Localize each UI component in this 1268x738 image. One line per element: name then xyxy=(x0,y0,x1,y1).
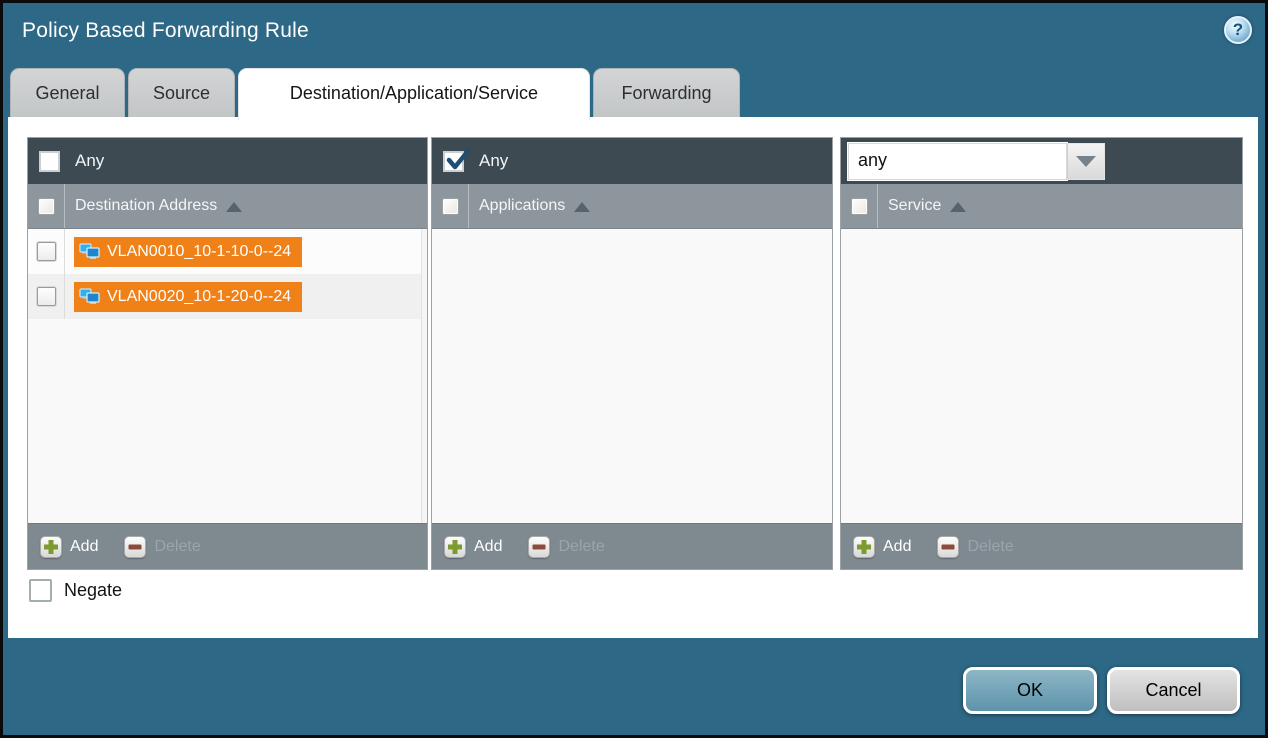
service-toolbar: Add Delete xyxy=(841,523,1242,569)
scrollbar-gutter[interactable] xyxy=(421,229,427,523)
tab-destination-application-service[interactable]: Destination/Application/Service xyxy=(238,68,590,120)
policy-based-forwarding-rule-dialog: Policy Based Forwarding Rule ? General S… xyxy=(0,0,1268,738)
service-list xyxy=(841,229,1242,523)
service-panel: any Service Add xyxy=(840,137,1243,570)
service-type-bar: any xyxy=(841,138,1242,184)
service-select-all-cell xyxy=(841,184,878,228)
add-icon xyxy=(40,536,62,558)
service-column-header[interactable]: Service xyxy=(841,184,1242,229)
service-column-header-label: Service xyxy=(888,197,941,215)
add-icon xyxy=(444,536,466,558)
destination-list: VLAN0010_10-1-10-0--24 xyxy=(28,229,427,523)
tab-forwarding[interactable]: Forwarding xyxy=(593,68,740,117)
tab-source[interactable]: Source xyxy=(128,68,235,117)
applications-column-header[interactable]: Applications xyxy=(432,184,832,229)
destination-row-1[interactable]: VLAN0010_10-1-10-0--24 xyxy=(28,229,427,274)
destination-any-checkbox[interactable] xyxy=(39,151,60,172)
destination-toolbar: Add Delete xyxy=(28,523,427,569)
negate-label: Negate xyxy=(64,580,122,601)
help-icon[interactable]: ? xyxy=(1224,16,1252,44)
destination-column-header[interactable]: Destination Address xyxy=(28,184,427,229)
applications-toolbar: Add Delete xyxy=(432,523,832,569)
tab-general[interactable]: General xyxy=(10,68,125,117)
destination-row-2-checkbox[interactable] xyxy=(37,287,56,306)
destination-address-chip[interactable]: VLAN0010_10-1-10-0--24 xyxy=(74,237,302,267)
ok-button[interactable]: OK xyxy=(963,667,1097,714)
applications-select-all-cell xyxy=(432,184,469,228)
negate-checkbox[interactable] xyxy=(29,579,52,602)
destination-any-bar: Any xyxy=(28,138,427,184)
network-icon xyxy=(79,243,100,260)
network-icon xyxy=(79,288,100,305)
applications-add-button[interactable]: Add xyxy=(444,536,502,558)
sort-asc-icon xyxy=(226,202,242,212)
tab-content-area: Any Destination Address xyxy=(8,117,1258,638)
sort-asc-icon xyxy=(950,202,966,212)
applications-any-label: Any xyxy=(479,151,508,171)
delete-icon xyxy=(937,536,959,558)
destination-row-2[interactable]: VLAN0020_10-1-20-0--24 xyxy=(28,274,427,319)
delete-icon xyxy=(124,536,146,558)
applications-list xyxy=(432,229,832,523)
sort-asc-icon xyxy=(574,202,590,212)
destination-add-button[interactable]: Add xyxy=(40,536,98,558)
negate-option: Negate xyxy=(29,579,122,602)
destination-any-label: Any xyxy=(75,151,104,171)
applications-select-all-checkbox[interactable] xyxy=(442,198,459,215)
destination-address-chip[interactable]: VLAN0020_10-1-20-0--24 xyxy=(74,282,302,312)
tab-bar: General Source Destination/Application/S… xyxy=(10,68,743,120)
applications-panel: Any Applications Add Delete xyxy=(431,137,833,570)
destination-delete-button[interactable]: Delete xyxy=(124,536,200,558)
applications-any-checkbox[interactable] xyxy=(443,151,464,172)
service-type-dropdown[interactable]: any xyxy=(848,143,1105,180)
applications-column-header-label: Applications xyxy=(479,197,565,215)
destination-row-1-label: VLAN0010_10-1-10-0--24 xyxy=(107,243,291,261)
destination-row-2-label: VLAN0020_10-1-20-0--24 xyxy=(107,288,291,306)
dialog-title: Policy Based Forwarding Rule xyxy=(22,19,309,43)
destination-column-header-label: Destination Address xyxy=(75,197,217,215)
destination-select-all-cell xyxy=(28,184,65,228)
applications-delete-button[interactable]: Delete xyxy=(528,536,604,558)
destination-row-1-checkbox[interactable] xyxy=(37,242,56,261)
chevron-down-icon xyxy=(1076,156,1096,167)
service-type-value[interactable]: any xyxy=(848,143,1067,180)
cancel-button[interactable]: Cancel xyxy=(1107,667,1240,714)
dropdown-arrow-button[interactable] xyxy=(1067,143,1105,180)
service-select-all-checkbox[interactable] xyxy=(851,198,868,215)
destination-select-all-checkbox[interactable] xyxy=(38,198,55,215)
destination-address-panel: Any Destination Address xyxy=(27,137,428,570)
delete-icon xyxy=(528,536,550,558)
service-delete-button[interactable]: Delete xyxy=(937,536,1013,558)
applications-any-bar: Any xyxy=(432,138,832,184)
add-icon xyxy=(853,536,875,558)
check-icon xyxy=(445,148,471,174)
service-add-button[interactable]: Add xyxy=(853,536,911,558)
